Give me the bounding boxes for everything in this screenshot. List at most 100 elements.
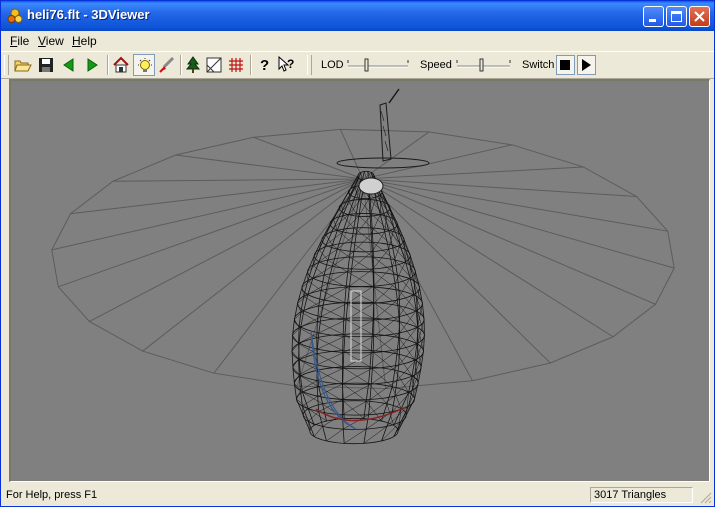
save-disk-icon <box>39 58 53 72</box>
3dviewer-app-icon[interactable] <box>7 8 23 24</box>
menu-bar: File View Help <box>1 31 714 51</box>
fuselage-longitudinal-line <box>363 180 375 444</box>
speed-slider-thumb[interactable] <box>479 58 484 72</box>
toolbar-separator <box>250 55 252 75</box>
3d-viewport[interactable] <box>9 79 710 482</box>
toolbar: ? ? LOD Speed Switch <box>1 51 714 79</box>
fuselage-mesh-edge <box>316 352 344 366</box>
fuselage-mesh-edge <box>368 383 388 405</box>
minimize-icon <box>649 19 656 22</box>
stop-square-icon <box>560 60 570 70</box>
fuselage-wireframe <box>291 170 425 445</box>
rotor-blade-line <box>175 154 364 180</box>
tree-icon <box>185 56 201 73</box>
rotor-blade-line <box>89 178 364 322</box>
fuselage-mesh-edge <box>317 336 345 350</box>
fuselage-mesh-edge <box>371 231 385 252</box>
fuselage-mesh-edge <box>344 302 374 319</box>
fuselage-mesh-edge <box>345 286 374 303</box>
open-button[interactable] <box>12 54 34 76</box>
fuselage-mesh-edge <box>372 249 389 270</box>
helicopter-wireframe-render <box>51 88 675 445</box>
fuselage-mesh-edge <box>318 305 344 319</box>
save-button[interactable] <box>35 54 57 76</box>
rotor-blade-line <box>362 166 584 180</box>
menu-view[interactable]: View <box>38 34 64 48</box>
menu-help[interactable]: Help <box>72 34 97 48</box>
forward-button[interactable] <box>81 54 103 76</box>
svg-text:?: ? <box>260 57 269 74</box>
fuselage-mesh-edge <box>342 368 373 385</box>
help-icon: ? <box>260 57 269 74</box>
play-button[interactable] <box>577 55 596 75</box>
fuselage-mesh-edge <box>316 337 343 351</box>
maximize-icon <box>671 11 682 22</box>
fuselage-mesh-edge <box>291 351 300 360</box>
fuselage-mesh-edge <box>291 342 300 352</box>
maximize-button[interactable] <box>666 6 687 27</box>
rotor-blade-line <box>362 178 637 198</box>
menu-view-label: iew <box>45 34 64 48</box>
lod-slider[interactable] <box>347 57 409 73</box>
grid-button[interactable] <box>225 54 247 76</box>
forward-arrow-icon <box>87 58 98 72</box>
home-icon <box>113 56 129 73</box>
app-window: heli76.flt - 3DViewer File View Help ? ?… <box>0 0 715 507</box>
svg-text:?: ? <box>287 57 294 71</box>
home-button[interactable] <box>110 54 132 76</box>
light-toggle-button[interactable] <box>133 54 155 76</box>
texture-button[interactable] <box>203 54 225 76</box>
fuselage-mesh-edge <box>316 353 343 368</box>
menu-help-mnemonic: H <box>72 34 81 48</box>
help-button[interactable]: ? <box>253 54 275 76</box>
fuselage-mesh-edge <box>292 358 299 368</box>
rotor-blade-line <box>362 144 513 180</box>
title-bar[interactable]: heli76.flt - 3DViewer <box>1 1 714 31</box>
open-folder-icon <box>14 60 32 72</box>
fuselage-mesh-edge <box>297 303 302 313</box>
back-button[interactable] <box>58 54 80 76</box>
lightbulb-icon <box>138 58 152 72</box>
fuselage-mesh-edge <box>342 366 369 384</box>
minimize-button[interactable] <box>643 6 664 27</box>
texture-icon <box>206 57 222 73</box>
tail-antenna <box>388 88 400 104</box>
grid-icon <box>229 58 243 72</box>
rotor-blade-line <box>362 178 387 389</box>
status-message: For Help, press F1 <box>6 489 98 501</box>
fuselage-mesh-edge <box>300 380 318 391</box>
toolbar-grip[interactable] <box>4 55 9 75</box>
context-help-button[interactable]: ? <box>276 54 298 76</box>
resize-grip-icon[interactable] <box>700 492 712 504</box>
rotor-blade-line <box>362 178 614 338</box>
fuselage-mesh-edge <box>314 426 323 437</box>
fuselage-mesh-edge <box>353 233 372 252</box>
tree-button[interactable] <box>182 54 204 76</box>
fuselage-mesh-edge <box>344 428 367 444</box>
fuselage-mesh-edge <box>349 256 374 273</box>
fuselage-mesh-edge <box>347 271 375 288</box>
lod-slider-track <box>347 58 409 72</box>
fuselage-mesh-edge <box>343 400 364 419</box>
switch-label: Switch <box>522 59 555 71</box>
fuselage-mesh-edge <box>296 390 301 400</box>
rotor-blade-line <box>112 178 364 182</box>
fuselage-mesh-edge <box>342 383 367 402</box>
close-button[interactable] <box>689 6 710 27</box>
toolbar-grip[interactable] <box>307 55 312 75</box>
menu-file[interactable]: File <box>10 34 29 48</box>
fuselage-mesh-edge <box>302 391 323 405</box>
lod-slider-thumb[interactable] <box>364 58 369 72</box>
fuselage-mesh-edge <box>294 319 300 328</box>
paint-button[interactable] <box>156 54 178 76</box>
rotor-blade-line <box>70 178 364 215</box>
stop-button[interactable] <box>556 55 575 75</box>
close-icon <box>694 11 705 22</box>
back-arrow-icon <box>63 58 74 72</box>
paint-icon <box>159 56 175 73</box>
fuselage-mesh-edge <box>343 318 373 335</box>
speed-slider[interactable] <box>456 57 518 73</box>
rotor-blade-line <box>58 178 364 288</box>
fuselage-mesh-edge <box>343 414 369 430</box>
tail-boom <box>379 102 392 162</box>
